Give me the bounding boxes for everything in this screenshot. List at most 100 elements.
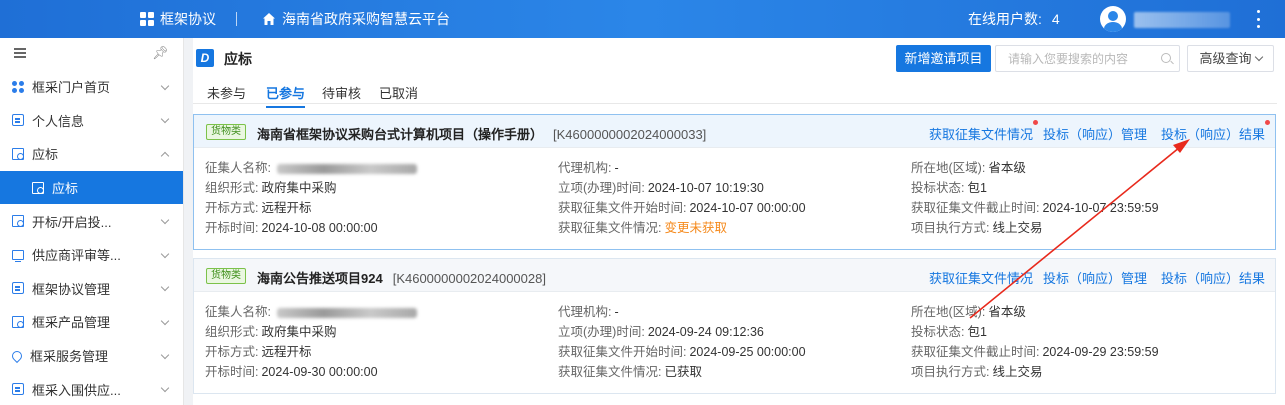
sidebar-item-label: 框采服务管理 bbox=[30, 349, 109, 365]
exec-value: 线上交易 bbox=[992, 221, 1043, 235]
sidebar: 📌︎ 框采门户首页 个人信息 应标 应标 开标/开启投... 供应商评审等...… bbox=[0, 38, 184, 405]
sidebar-item-label: 框架协议管理 bbox=[32, 281, 111, 297]
bid-status-value: 包1 bbox=[967, 181, 987, 195]
avatar[interactable] bbox=[1100, 6, 1126, 32]
project-card[interactable]: 货物类 海南公告推送项目924 [K4600000002024000028] 获取… bbox=[193, 258, 1276, 394]
bid-result-link[interactable]: 投标（响应）结果 bbox=[1161, 120, 1271, 143]
approval-time-value: 2024-10-07 10:19:30 bbox=[647, 181, 764, 195]
sidebar-item-product-mgmt[interactable]: 框采产品管理 bbox=[0, 305, 183, 339]
exec-label: 项目执行方式: bbox=[911, 365, 990, 379]
tab-pending-review[interactable]: 待审核 bbox=[322, 83, 361, 102]
bid-status-label: 投标状态: bbox=[911, 325, 965, 339]
card-actions: 获取征集文件情况 投标（响应）管理 投标（响应）结果 bbox=[919, 120, 1271, 143]
username-redacted[interactable] bbox=[1134, 12, 1230, 28]
org-form-value: 政府集中采购 bbox=[261, 325, 337, 339]
framework-nav[interactable]: 框架协议 bbox=[140, 0, 216, 38]
doc-status-value: 变更未获取 bbox=[664, 221, 727, 235]
bid-management-link[interactable]: 投标（响应）管理 bbox=[1043, 268, 1147, 287]
open-method-label: 开标方式: bbox=[205, 345, 259, 359]
get-docs-status-link[interactable]: 获取征集文件情况 bbox=[929, 120, 1038, 143]
sidebar-item-label: 个人信息 bbox=[32, 113, 85, 129]
doc-end-label: 获取征集文件截止时间: bbox=[911, 345, 1040, 359]
dots-icon bbox=[12, 80, 24, 93]
more-vertical-icon[interactable] bbox=[1255, 10, 1261, 28]
grid-icon bbox=[140, 12, 154, 26]
online-users-label: 在线用户数: bbox=[968, 11, 1042, 27]
pin-icon[interactable]: 📌︎ bbox=[152, 46, 169, 60]
sidebar-item-bidding[interactable]: 应标 bbox=[0, 137, 183, 171]
sidebar-item-supplier-review[interactable]: 供应商评审等... bbox=[0, 238, 183, 272]
card-body: 征集人名称: 组织形式: 政府集中采购 开标方式: 远程开标 开标时间: 2024-1… bbox=[194, 148, 1275, 249]
category-badge: 货物类 bbox=[206, 124, 246, 140]
status-tabs: 未参与 已参与 待审核 已取消 bbox=[193, 78, 1277, 108]
region-label: 所在地(区域): bbox=[911, 305, 986, 319]
bid-management-link[interactable]: 投标（响应）管理 bbox=[1043, 124, 1147, 143]
monitor-icon bbox=[12, 249, 24, 263]
get-docs-status-link[interactable]: 获取征集文件情况 bbox=[929, 268, 1033, 287]
agent-label: 代理机构: bbox=[558, 161, 612, 175]
sidebar-item-agreement-mgmt[interactable]: 框架协议管理 bbox=[0, 272, 183, 306]
exec-label: 项目执行方式: bbox=[911, 221, 990, 235]
framework-label: 框架协议 bbox=[160, 11, 216, 27]
advanced-search-button[interactable]: 高级查询 bbox=[1187, 45, 1274, 72]
sidebar-header: 📌︎ bbox=[0, 38, 183, 70]
tab-cancelled[interactable]: 已取消 bbox=[379, 83, 418, 102]
collector-redacted bbox=[276, 163, 417, 174]
doc-icon bbox=[12, 315, 24, 328]
card-actions: 获取征集文件情况 投标（响应）管理 投标（响应）结果 bbox=[919, 268, 1265, 287]
doc-start-label: 获取征集文件开始时间: bbox=[558, 201, 687, 215]
search-input[interactable] bbox=[996, 46, 1156, 71]
chevron-down-icon bbox=[160, 350, 170, 359]
sidebar-item-label: 框采门户首页 bbox=[32, 80, 111, 96]
collector-label: 征集人名称: bbox=[205, 305, 271, 319]
heart-icon bbox=[9, 348, 25, 363]
sidebar-item-service-mgmt[interactable]: 框采服务管理 bbox=[0, 339, 183, 373]
sidebar-item-bid-opening[interactable]: 开标/开启投... bbox=[0, 204, 183, 238]
project-code: [K4600000002024000033] bbox=[553, 127, 707, 142]
new-invitation-button[interactable]: 新增邀请项目 bbox=[896, 45, 991, 72]
tab-participated[interactable]: 已参与 bbox=[266, 83, 306, 108]
agent-value: - bbox=[614, 305, 619, 319]
page-title: 应标 bbox=[224, 51, 252, 67]
sidebar-item-bidding-sub[interactable]: 应标 bbox=[0, 170, 183, 205]
card-body: 征集人名称: 组织形式: 政府集中采购 开标方式: 远程开标 开标时间: 2024-0… bbox=[194, 292, 1275, 393]
project-code: [K4600000002024000028] bbox=[392, 271, 546, 286]
search-box bbox=[995, 45, 1180, 72]
chevron-down-icon bbox=[160, 249, 170, 259]
agent-label: 代理机构: bbox=[558, 305, 612, 319]
advanced-search-label: 高级查询 bbox=[1199, 51, 1252, 66]
sidebar-item-label: 供应商评审等... bbox=[32, 248, 121, 264]
project-title: 海南公告推送项目924 [K4600000002024000028] bbox=[257, 268, 546, 287]
chevron-down-icon bbox=[160, 81, 170, 91]
sidebar-item-portal-home[interactable]: 框采门户首页 bbox=[0, 70, 183, 104]
collector-label: 征集人名称: bbox=[205, 161, 271, 175]
doc-status-label: 获取征集文件情况: bbox=[558, 221, 662, 235]
doc-start-value: 2024-10-07 00:00:00 bbox=[689, 201, 806, 215]
sidebar-item-label: 框采入围供应... bbox=[32, 382, 121, 398]
home-icon bbox=[263, 13, 275, 25]
platform-nav[interactable]: 海南省政府采购智慧云平台 bbox=[262, 0, 450, 38]
list-icon bbox=[12, 383, 24, 396]
search-icon[interactable] bbox=[1161, 53, 1171, 63]
contract-icon bbox=[12, 282, 24, 295]
card-header: 货物类 海南公告推送项目924 [K4600000002024000028] 获取… bbox=[194, 259, 1275, 292]
doc-icon bbox=[12, 147, 24, 160]
bid-page-icon: D bbox=[196, 49, 214, 67]
doc-end-value: 2024-09-29 23:59:59 bbox=[1042, 345, 1159, 359]
chevron-up-icon bbox=[160, 151, 170, 161]
tab-not-participated[interactable]: 未参与 bbox=[207, 83, 246, 102]
sidebar-item-personal-info[interactable]: 个人信息 bbox=[0, 104, 183, 138]
open-time-value: 2024-10-08 00:00:00 bbox=[261, 221, 378, 235]
sidebar-item-shortlist-supplier[interactable]: 框采入围供应... bbox=[0, 372, 183, 405]
doc-start-label: 获取征集文件开始时间: bbox=[558, 345, 687, 359]
region-label: 所在地(区域): bbox=[911, 161, 986, 175]
approval-time-label: 立项(办理)时间: bbox=[558, 181, 645, 195]
category-badge: 货物类 bbox=[206, 268, 246, 284]
project-card[interactable]: 货物类 海南省框架协议采购台式计算机项目（操作手册） [K460000000202… bbox=[193, 114, 1276, 250]
menu-icon[interactable] bbox=[14, 48, 26, 58]
org-form-value: 政府集中采购 bbox=[261, 181, 337, 195]
doc-icon bbox=[32, 181, 44, 194]
region-value: 省本级 bbox=[988, 305, 1026, 319]
chevron-down-icon bbox=[160, 215, 170, 225]
bid-result-link[interactable]: 投标（响应）结果 bbox=[1161, 268, 1265, 287]
